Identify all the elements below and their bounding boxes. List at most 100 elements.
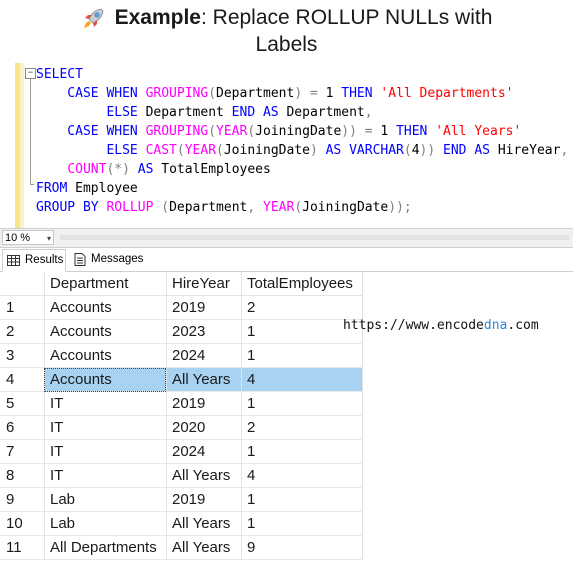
cell-totalemployees[interactable]: 2 bbox=[241, 416, 363, 440]
tab-messages-label: Messages bbox=[91, 253, 144, 265]
code-token: ELSE bbox=[36, 105, 146, 120]
title-rest: : Replace ROLLUP NULLs with bbox=[200, 6, 493, 29]
code-token: END AS bbox=[435, 143, 498, 158]
row-number[interactable]: 9 bbox=[0, 488, 44, 512]
cell-department[interactable]: Lab bbox=[44, 488, 166, 512]
cell-hireyear[interactable]: All Years bbox=[166, 368, 241, 392]
code-token: Department bbox=[286, 105, 365, 120]
code-token: ( bbox=[294, 200, 303, 215]
cell-department[interactable]: Accounts bbox=[44, 296, 166, 320]
cell-department[interactable]: IT bbox=[44, 464, 166, 488]
table-row[interactable]: 7 IT 2024 1 bbox=[0, 440, 365, 464]
cell-hireyear[interactable]: 2020 bbox=[166, 416, 241, 440]
cell-hireyear[interactable]: All Years bbox=[166, 536, 241, 560]
sql-code[interactable]: SELECT CASE WHEN GROUPING(Department) = … bbox=[36, 65, 568, 217]
cell-hireyear[interactable]: 2019 bbox=[166, 488, 241, 512]
table-row[interactable]: 6 IT 2020 2 bbox=[0, 416, 365, 440]
watermark-accent: dna bbox=[483, 318, 508, 333]
table-row[interactable]: 8 IT All Years 4 bbox=[0, 464, 365, 488]
row-number[interactable]: 2 bbox=[0, 320, 44, 344]
code-token: ) bbox=[309, 143, 318, 158]
code-token: ( bbox=[403, 143, 412, 158]
code-token: Employee bbox=[75, 181, 138, 196]
cell-hireyear[interactable]: 2023 bbox=[166, 320, 241, 344]
table-row[interactable]: 4 Accounts All Years 4 bbox=[0, 368, 365, 392]
cell-hireyear[interactable]: 2019 bbox=[166, 392, 241, 416]
row-number[interactable]: 4 bbox=[0, 368, 44, 392]
title-bold: Example bbox=[114, 6, 201, 29]
cell-department[interactable]: IT bbox=[44, 440, 166, 464]
row-number[interactable]: 8 bbox=[0, 464, 44, 488]
cell-department[interactable]: Lab bbox=[44, 512, 166, 536]
code-line[interactable]: FROM Employee bbox=[36, 179, 568, 198]
cell-totalemployees[interactable]: 9 bbox=[241, 536, 363, 560]
code-line[interactable]: ELSE CAST(YEAR(JoiningDate) AS VARCHAR(4… bbox=[36, 141, 568, 160]
cell-totalemployees[interactable]: 2 bbox=[241, 296, 363, 320]
cell-hireyear[interactable]: 2024 bbox=[166, 344, 241, 368]
row-number[interactable]: 1 bbox=[0, 296, 44, 320]
row-number[interactable]: 10 bbox=[0, 512, 44, 536]
cell-department[interactable]: IT bbox=[44, 416, 166, 440]
code-line[interactable]: CASE WHEN GROUPING(Department) = 1 THEN … bbox=[36, 84, 568, 103]
table-row[interactable]: 1 Accounts 2019 2 bbox=[0, 296, 365, 320]
cell-department[interactable]: Accounts bbox=[44, 344, 166, 368]
code-line[interactable]: CASE WHEN GROUPING(YEAR(JoiningDate)) = … bbox=[36, 122, 568, 141]
code-token: YEAR bbox=[216, 124, 248, 139]
row-number[interactable]: 3 bbox=[0, 344, 44, 368]
code-line[interactable]: GROUP BY ROLLUP (Department, YEAR(Joinin… bbox=[36, 198, 568, 217]
zoom-dropdown[interactable]: 10 % ▾ bbox=[2, 230, 54, 245]
code-token: FROM bbox=[36, 181, 76, 196]
code-token: * bbox=[114, 162, 123, 177]
cell-department[interactable]: IT bbox=[44, 392, 166, 416]
cell-totalemployees[interactable]: 1 bbox=[241, 344, 363, 368]
cell-hireyear[interactable]: 2019 bbox=[166, 296, 241, 320]
row-number[interactable]: 11 bbox=[0, 536, 44, 560]
cell-department[interactable]: Accounts bbox=[44, 368, 166, 392]
collapse-toggle-icon[interactable]: − bbox=[25, 68, 36, 79]
table-row[interactable]: 9 Lab 2019 1 bbox=[0, 488, 365, 512]
cell-totalemployees[interactable]: 1 bbox=[241, 440, 363, 464]
code-token: ( bbox=[208, 86, 217, 101]
table-row[interactable]: 10 Lab All Years 1 bbox=[0, 512, 365, 536]
column-header-department[interactable]: Department bbox=[44, 272, 166, 296]
cell-hireyear[interactable]: All Years bbox=[166, 464, 241, 488]
page-title-line2: Labels bbox=[255, 33, 318, 56]
cell-totalemployees[interactable]: 1 bbox=[241, 488, 363, 512]
tab-messages[interactable]: Messages bbox=[70, 249, 148, 270]
cell-department[interactable]: Accounts bbox=[44, 320, 166, 344]
tab-results[interactable]: Results bbox=[2, 249, 66, 272]
code-token: )) bbox=[419, 143, 436, 158]
row-number[interactable]: 6 bbox=[0, 416, 44, 440]
code-token: END AS bbox=[231, 105, 287, 120]
code-token: ) bbox=[122, 162, 130, 177]
cell-hireyear[interactable]: 2024 bbox=[166, 440, 241, 464]
outline-guide bbox=[30, 79, 31, 184]
table-row[interactable]: 2 Accounts 2023 1 bbox=[0, 320, 365, 344]
sql-editor[interactable]: − SELECT CASE WHEN GROUPING(Department) … bbox=[0, 63, 573, 228]
code-token: Department bbox=[216, 86, 295, 101]
column-header-hireyear[interactable]: HireYear bbox=[166, 272, 241, 296]
results-tabs: Results Messages bbox=[0, 249, 573, 272]
table-row[interactable]: 5 IT 2019 1 bbox=[0, 392, 365, 416]
code-token: JoiningDate bbox=[302, 200, 389, 215]
horizontal-scrollbar[interactable] bbox=[60, 233, 569, 242]
cell-hireyear[interactable]: All Years bbox=[166, 512, 241, 536]
code-line[interactable]: ELSE Department END AS Department, bbox=[36, 103, 568, 122]
cell-totalemployees[interactable]: 4 bbox=[241, 368, 363, 392]
code-line[interactable]: COUNT(*) AS TotalEmployees bbox=[36, 160, 568, 179]
code-line[interactable]: SELECT bbox=[36, 65, 568, 84]
cell-totalemployees[interactable]: 1 bbox=[241, 512, 363, 536]
row-number-header[interactable] bbox=[0, 272, 44, 296]
code-token: GROUPING bbox=[145, 124, 209, 139]
row-number[interactable]: 5 bbox=[0, 392, 44, 416]
code-token: COUNT bbox=[67, 162, 107, 177]
cell-totalemployees[interactable]: 4 bbox=[241, 464, 363, 488]
cell-totalemployees[interactable]: 1 bbox=[241, 392, 363, 416]
row-number[interactable]: 7 bbox=[0, 440, 44, 464]
column-header-totalemployees[interactable]: TotalEmployees bbox=[241, 272, 363, 296]
cell-department[interactable]: All Departments bbox=[44, 536, 166, 560]
table-row[interactable]: 11 All Departments All Years 9 bbox=[0, 536, 365, 560]
table-row[interactable]: 3 Accounts 2024 1 bbox=[0, 344, 365, 368]
